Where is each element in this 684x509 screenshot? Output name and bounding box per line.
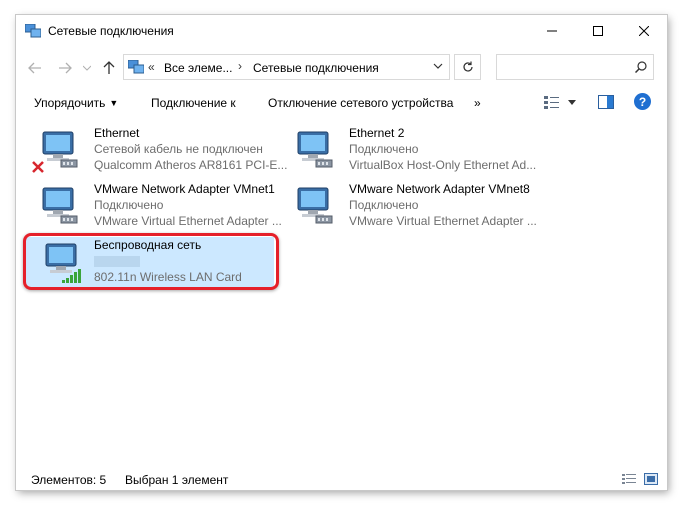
large-icons-view-icon[interactable] <box>644 473 658 485</box>
connection-status: Сетевой кабель не подключен <box>94 142 263 156</box>
back-arrow-icon <box>28 62 41 74</box>
chevron-down-icon <box>83 65 91 71</box>
minimize-button[interactable] <box>529 15 575 47</box>
change-view-icon[interactable] <box>544 95 560 109</box>
connection-item-ethernet[interactable]: Ethernet Сетевой кабель не подключен Qua… <box>23 125 287 177</box>
selection-count: Выбран 1 элемент <box>125 473 229 487</box>
organize-label: Упорядочить <box>34 96 106 110</box>
connection-details: VMware Network Adapter VMnet1 Подключено… <box>94 181 282 229</box>
preview-pane-icon[interactable] <box>598 95 614 109</box>
address-dropdown-icon[interactable] <box>433 61 443 71</box>
refresh-button[interactable] <box>454 54 481 80</box>
network-connections-window: Сетевые подключения « Все элеме... › Сет… <box>16 15 667 490</box>
minimize-icon <box>547 30 557 32</box>
more-commands-button[interactable]: » <box>474 96 481 110</box>
highlight-frame <box>23 233 279 290</box>
address-bar[interactable]: « Все элеме... › Сетевые подключения <box>123 54 450 80</box>
connection-name: Ethernet 2 <box>349 126 405 140</box>
item-count: Элементов: 5 <box>31 473 107 487</box>
recent-locations-button[interactable] <box>80 57 94 79</box>
back-button[interactable] <box>24 57 46 79</box>
connection-device: VirtualBox Host-Only Ethernet Ad... <box>349 158 537 172</box>
address-overflow[interactable]: « <box>148 60 155 74</box>
breadcrumb-all-items[interactable]: Все элеме... <box>164 61 232 75</box>
maximize-icon <box>593 26 603 36</box>
svg-text:?: ? <box>639 95 646 109</box>
connection-name: Ethernet <box>94 126 140 140</box>
refresh-icon <box>462 61 473 72</box>
network-adapter-icon <box>42 187 78 224</box>
connection-status: Подключено <box>349 198 419 212</box>
maximize-button[interactable] <box>575 15 621 47</box>
control-panel-icon <box>128 60 144 74</box>
view-options-dropdown-icon[interactable] <box>568 100 576 105</box>
status-bar: Элементов: 5 Выбран 1 элемент <box>16 470 667 490</box>
connection-status: Подключено <box>94 198 164 212</box>
close-button[interactable] <box>621 15 667 47</box>
network-connections-icon <box>25 24 41 38</box>
connection-device: VMware Virtual Ethernet Adapter ... <box>349 214 537 228</box>
details-view-icon[interactable] <box>622 473 636 485</box>
breadcrumb-network-connections[interactable]: Сетевые подключения <box>253 61 379 75</box>
connection-item-ethernet-2[interactable]: Ethernet 2 Подключено VirtualBox Host-On… <box>278 125 536 177</box>
disconnected-x-icon <box>32 161 44 173</box>
network-adapter-icon <box>297 131 333 168</box>
connection-device: Qualcomm Atheros AR8161 PCI-E... <box>94 158 288 172</box>
connection-name: VMware Network Adapter VMnet8 <box>349 182 530 196</box>
search-input[interactable] <box>496 54 654 80</box>
connect-to-button[interactable]: Подключение к <box>151 96 236 110</box>
up-arrow-icon <box>103 61 115 74</box>
close-icon <box>639 26 649 36</box>
connection-device: VMware Virtual Ethernet Adapter ... <box>94 214 282 228</box>
forward-arrow-icon <box>59 62 72 74</box>
connection-item-vmnet8[interactable]: VMware Network Adapter VMnet8 Подключено… <box>278 181 537 233</box>
connection-item-vmnet1[interactable]: VMware Network Adapter VMnet1 Подключено… <box>23 181 282 233</box>
forward-button[interactable] <box>54 57 76 79</box>
organize-button[interactable]: Упорядочить ▼ <box>34 96 118 110</box>
command-bar: Упорядочить ▼ Подключение к Отключение се… <box>16 88 667 118</box>
chevron-down-icon: ▼ <box>109 98 119 108</box>
connection-name: VMware Network Adapter VMnet1 <box>94 182 275 196</box>
connection-details: VMware Network Adapter VMnet8 Подключено… <box>349 181 537 229</box>
disconnect-device-button[interactable]: Отключение сетевого устройства <box>268 96 453 110</box>
search-icon[interactable] <box>635 61 647 73</box>
connection-details: Ethernet 2 Подключено VirtualBox Host-On… <box>349 125 536 173</box>
connections-list: Ethernet Сетевой кабель не подключен Qua… <box>16 121 667 461</box>
network-adapter-icon <box>297 187 333 224</box>
help-icon[interactable]: ? <box>634 93 651 110</box>
window-title: Сетевые подключения <box>48 24 174 38</box>
breadcrumb-separator-icon[interactable]: › <box>238 59 242 73</box>
connection-status: Подключено <box>349 142 419 156</box>
connection-details: Ethernet Сетевой кабель не подключен Qua… <box>94 125 287 173</box>
up-button[interactable] <box>98 57 120 79</box>
title-bar: Сетевые подключения <box>16 15 667 47</box>
